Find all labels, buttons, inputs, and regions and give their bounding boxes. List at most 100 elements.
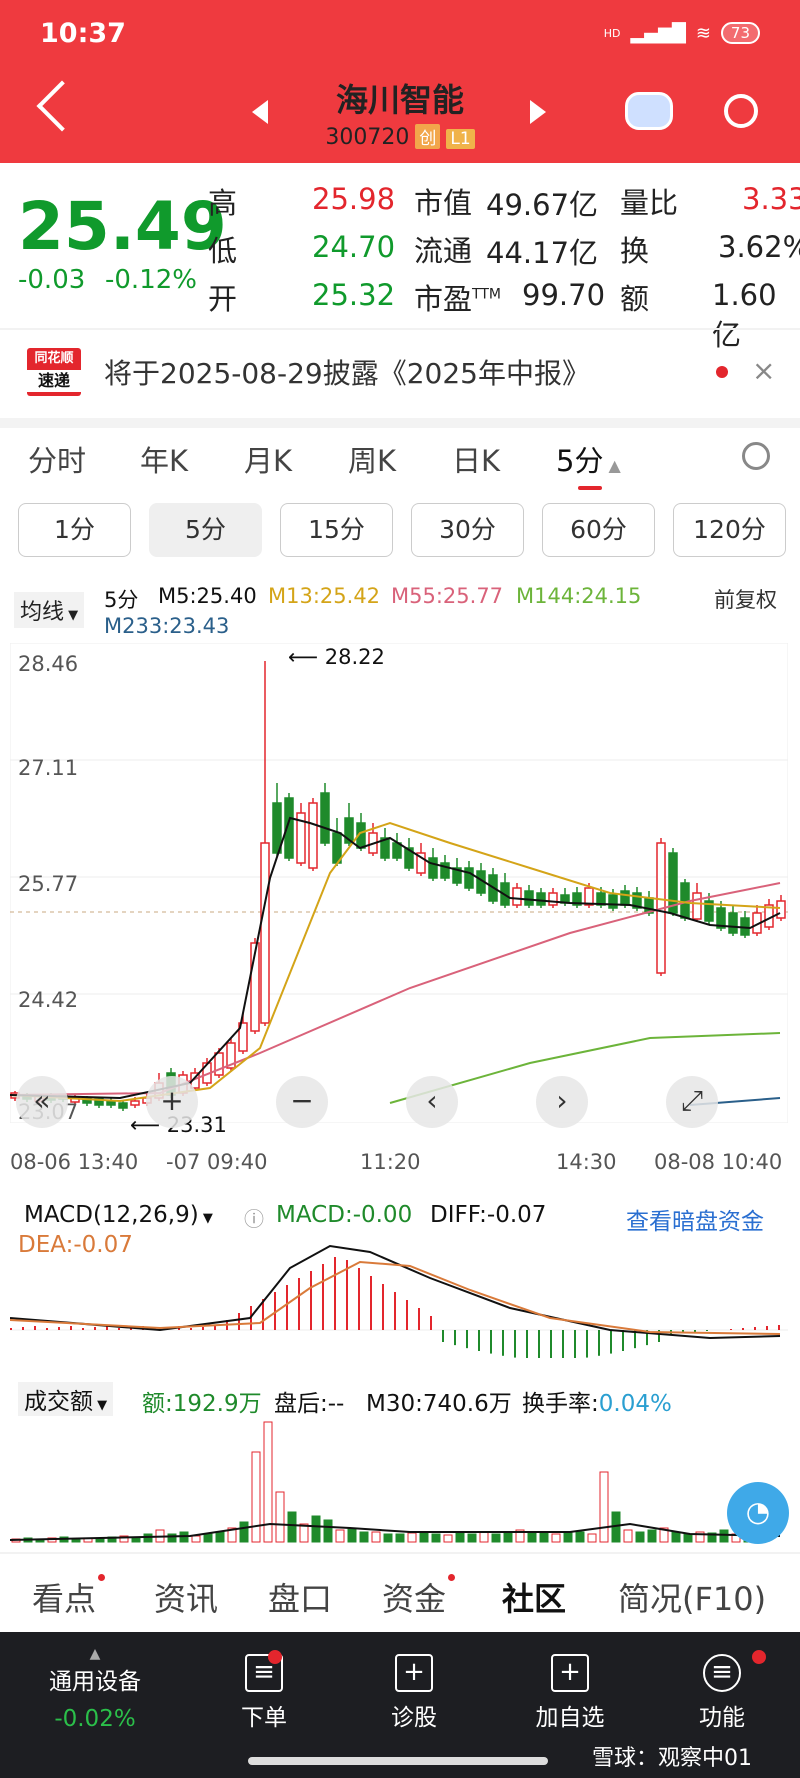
- zoom-in-icon[interactable]: +: [146, 1076, 198, 1128]
- help-icon[interactable]: ⓘ: [244, 1203, 264, 1232]
- tab-news[interactable]: 资讯: [154, 1574, 218, 1620]
- macd-bar: [526, 1330, 528, 1358]
- macd-bar: [418, 1308, 420, 1330]
- period-60min[interactable]: 60分: [542, 503, 655, 557]
- add-watchlist-label: 加自选: [535, 1705, 605, 1731]
- tab-week-k[interactable]: 周K: [348, 438, 396, 480]
- robot-assistant-icon[interactable]: [625, 92, 673, 130]
- volume-bar: [323, 1519, 333, 1543]
- volume-bar: [335, 1529, 345, 1543]
- open-label: 开: [208, 282, 238, 316]
- macd-bar: [706, 1330, 708, 1331]
- open-value: 25.32: [312, 278, 396, 312]
- diagnose-button[interactable]: + 诊股: [374, 1654, 454, 1732]
- volume-bar: [371, 1531, 381, 1543]
- tab-year-k[interactable]: 年K: [140, 438, 188, 480]
- tab-highlights[interactable]: 看点: [32, 1574, 106, 1620]
- tab-community[interactable]: 社区: [502, 1574, 566, 1620]
- order-label: 下单: [241, 1705, 287, 1731]
- ai-assist-button[interactable]: ◔: [727, 1482, 789, 1544]
- volume-bar: [587, 1533, 597, 1543]
- volume-bar: [623, 1529, 633, 1543]
- macd-bar: [454, 1330, 456, 1346]
- function-button[interactable]: ≡ 功能: [682, 1654, 762, 1732]
- macd-bar: [586, 1330, 588, 1358]
- scroll-left-icon[interactable]: ‹: [406, 1076, 458, 1128]
- macd-bar: [10, 1328, 12, 1330]
- sector-name: 通用设备: [49, 1669, 141, 1695]
- ma-m5: M5:25.40: [158, 584, 257, 608]
- logo-bottom: 速递: [27, 370, 81, 392]
- kline-chart[interactable]: [10, 643, 788, 1123]
- watermark: 雪球：观察中01: [592, 1746, 752, 1771]
- badge-dot: [98, 1574, 106, 1581]
- volume-bar: [203, 1533, 213, 1543]
- order-button[interactable]: ≡ 下单: [224, 1654, 304, 1732]
- volume-selector[interactable]: 成交额 ▼: [18, 1382, 114, 1416]
- divider: [0, 418, 800, 428]
- tab-5min[interactable]: 5分 ▲: [556, 438, 621, 480]
- macd-bar: [202, 1327, 204, 1330]
- pe-label: 市盈TTM: [414, 276, 501, 318]
- y-tick: 27.11: [18, 756, 79, 780]
- notice-text[interactable]: 将于2025-08-29披露《2025年中报》: [104, 352, 590, 392]
- dark-pool-link[interactable]: 查看暗盘资金: [626, 1202, 764, 1236]
- tab-day-k[interactable]: 日K: [452, 438, 500, 480]
- zoom-prev-icon[interactable]: «: [16, 1076, 68, 1128]
- volume-bar: [599, 1471, 609, 1543]
- caret-up-icon: ▲: [89, 1646, 101, 1662]
- macd-selector[interactable]: MACD(12,26,9) ▼: [24, 1202, 213, 1228]
- period-15min[interactable]: 15分: [280, 503, 393, 557]
- add-icon: +: [551, 1654, 589, 1692]
- candle-body: [130, 1100, 140, 1106]
- low-value: 24.70: [312, 230, 396, 264]
- board-tag: 创: [415, 124, 441, 149]
- macd-bar: [430, 1316, 432, 1330]
- tab-month-k[interactable]: 月K: [244, 438, 292, 480]
- caret-up-icon: ▲: [603, 456, 621, 475]
- ma-period: 5分: [104, 588, 139, 612]
- macd-bar: [34, 1326, 36, 1330]
- period-1min[interactable]: 1分: [18, 503, 131, 557]
- amount-label: 额: [620, 282, 650, 316]
- float-label: 流通: [414, 234, 473, 268]
- x-tick: 08-06 13:40: [10, 1150, 139, 1174]
- volume-bar: [479, 1531, 489, 1543]
- dropdown-icon: ▼: [93, 1398, 108, 1413]
- adjust-mode[interactable]: 前复权: [714, 584, 777, 614]
- settings-icon[interactable]: [742, 442, 770, 470]
- sector-info[interactable]: ▲ 通用设备 -0.02%: [40, 1646, 150, 1732]
- candle-body: [260, 842, 270, 1024]
- tab-orderbook[interactable]: 盘口: [268, 1574, 332, 1620]
- x-tick: 08-08 10:40: [654, 1150, 783, 1174]
- volume-chart: [10, 1421, 781, 1543]
- period-120min[interactable]: 120分: [673, 503, 786, 557]
- volume-bar: [239, 1521, 249, 1543]
- search-icon[interactable]: [724, 94, 758, 128]
- macd-bar: [766, 1326, 768, 1330]
- tab-profile-f10[interactable]: 简况(F10): [618, 1574, 766, 1620]
- notice-close-button[interactable]: ×: [752, 354, 775, 387]
- volume-bar: [215, 1531, 225, 1543]
- volume-bar: [527, 1531, 537, 1543]
- logo-top: 同花顺: [34, 351, 74, 366]
- period-30min[interactable]: 30分: [411, 503, 524, 557]
- ma-selector[interactable]: 均线 ▼: [14, 592, 85, 628]
- stock-code-row: 300720 创 L1: [0, 124, 800, 150]
- macd-bar: [394, 1292, 396, 1330]
- volume-bar: [419, 1531, 429, 1543]
- period-5min[interactable]: 5分: [149, 503, 262, 557]
- zoom-out-icon[interactable]: −: [276, 1076, 328, 1128]
- mcap-value: 49.67亿: [486, 188, 599, 222]
- macd-bar: [742, 1328, 744, 1330]
- fullscreen-icon[interactable]: ⤢: [666, 1076, 718, 1128]
- amount-value: 1.60亿: [712, 278, 777, 352]
- tab-funds[interactable]: 资金: [382, 1574, 456, 1620]
- macd-bar: [238, 1313, 240, 1330]
- add-watchlist-button[interactable]: + 加自选: [520, 1654, 620, 1732]
- macd-bar: [778, 1325, 780, 1330]
- price-change: -0.03: [18, 265, 86, 295]
- candle-body: [608, 894, 618, 909]
- scroll-right-icon[interactable]: ›: [536, 1076, 588, 1128]
- tab-timeshare[interactable]: 分时: [28, 438, 86, 480]
